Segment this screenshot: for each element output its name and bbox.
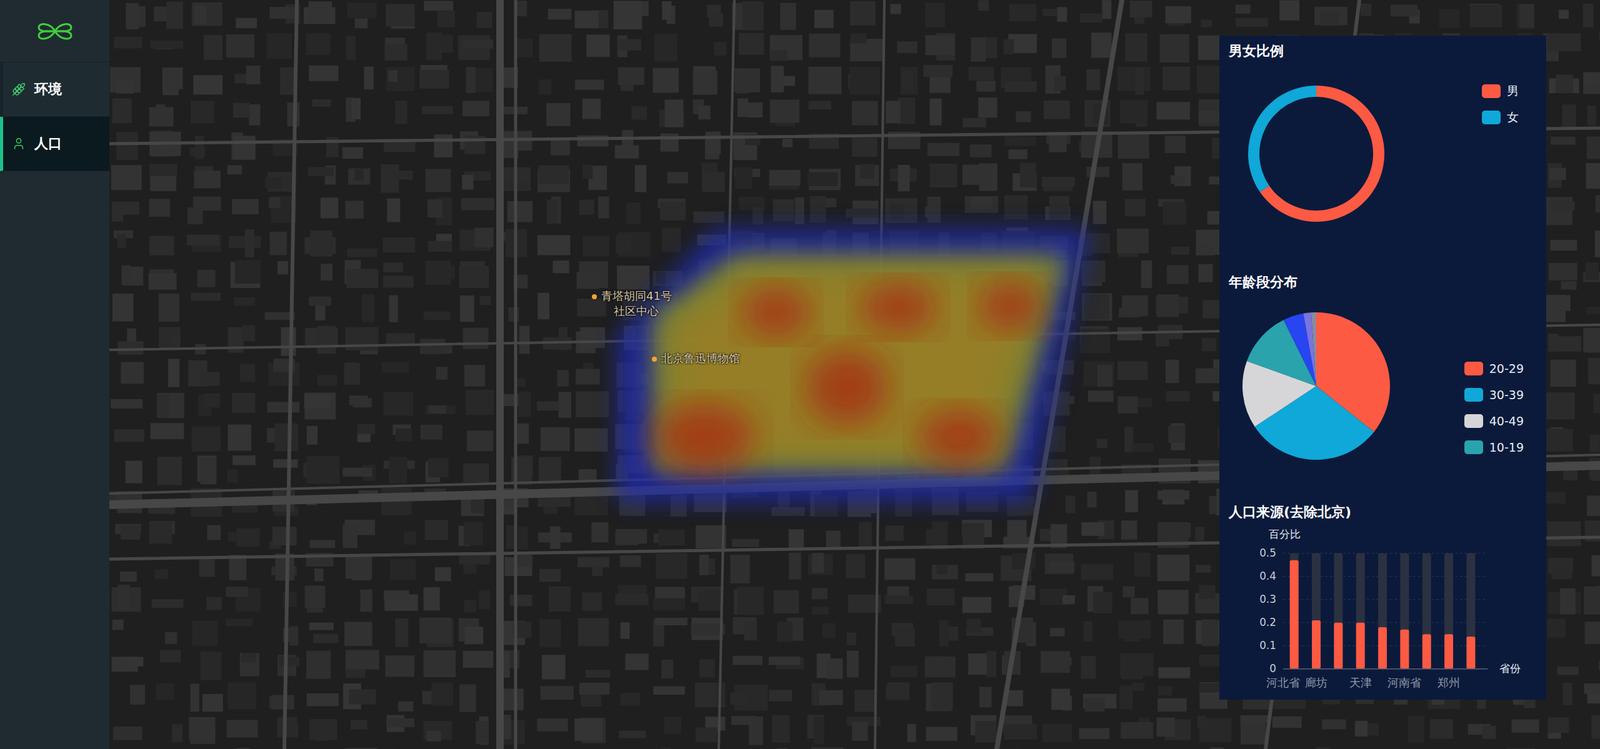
origin-section: 人口来源(去除北京) 百分比 0 0.1 0.2 0.3 0.4 0.5 河北省廊坊 天津 河南省 郑… <box>1219 496 1547 700</box>
bar[interactable] <box>1333 553 1343 670</box>
legend-item[interactable]: 女 <box>1481 109 1519 126</box>
x-label: 河南省 <box>1387 676 1422 690</box>
y-tick: 0.4 <box>1259 570 1277 583</box>
legend-swatch <box>1464 440 1484 455</box>
section-title: 人口来源(去除北京) <box>1219 496 1547 526</box>
sidebar-item[interactable]: 环境 <box>0 62 110 117</box>
age-section: 年龄段分布 20-29 30-39 40-49 10-19 <box>1219 266 1547 497</box>
x-label: 廊坊 <box>1305 676 1328 690</box>
gender-legend: 男女 <box>1481 64 1547 126</box>
donut-segment[interactable] <box>1248 85 1317 192</box>
legend-swatch <box>1481 110 1501 125</box>
section-title: 年龄段分布 <box>1219 266 1547 296</box>
buildings <box>109 0 1600 749</box>
legend-item[interactable]: 30-39 <box>1464 386 1524 404</box>
stats-panel: 男女比例男女年龄段分布20-2930-3940-4910-19人口来源(去除北京… <box>1219 35 1547 700</box>
logo-icon <box>33 18 77 44</box>
legend-swatch <box>1464 361 1484 376</box>
pin-dot <box>591 294 597 300</box>
bar[interactable] <box>1422 553 1432 670</box>
sidebar-item[interactable]: 人口 <box>0 116 110 172</box>
origin-bar-chart: 百分比 0 0.1 0.2 0.3 0.4 0.5 河北省廊坊 天津 河南省 郑州 省份 <box>1219 525 1547 700</box>
pin-label: 北京鲁迅博物馆 <box>661 351 740 367</box>
y-tick: 0.1 <box>1259 639 1277 652</box>
legend-item[interactable]: 男 <box>1481 83 1519 100</box>
roads <box>109 0 1600 749</box>
map-pin[interactable]: 青塔胡同41号社区中心 <box>591 288 672 319</box>
gender-donut-chart <box>1219 64 1414 252</box>
user-icon <box>11 136 26 151</box>
legend-item[interactable]: 10-19 <box>1464 439 1524 456</box>
legend-item[interactable]: 20-29 <box>1464 360 1524 377</box>
legend-swatch <box>1464 388 1484 402</box>
age-legend: 20-29 30-39 40-49 10-19 <box>1464 295 1547 456</box>
map[interactable]: 青塔胡同41号社区中心北京鲁迅博物馆男女比例男女年龄段分布20-2930-394… <box>109 0 1600 749</box>
pin-dot <box>651 356 657 362</box>
legend-swatch <box>1481 84 1501 99</box>
app: 环境人口青塔胡同41号社区中心北京鲁迅博物馆男女比例男女年龄段分布20-2930… <box>0 0 1600 749</box>
section-title: 男女比例 <box>1219 35 1547 65</box>
x-axis-name: 省份 <box>1499 662 1521 675</box>
map-pin[interactable]: 北京鲁迅博物馆 <box>651 351 740 367</box>
y-tick: 0 <box>1269 662 1277 675</box>
pin-label: 青塔胡同41号社区中心 <box>601 288 672 319</box>
wheat-icon <box>11 82 26 97</box>
x-label: 郑州 <box>1437 676 1460 690</box>
pie-slice[interactable] <box>1303 312 1317 387</box>
x-label: 天津 <box>1349 676 1372 690</box>
y-tick: 0.2 <box>1259 616 1277 629</box>
legend-item[interactable]: 40-49 <box>1464 413 1524 430</box>
age-pie-chart <box>1219 295 1414 484</box>
x-label: 河北省 <box>1266 676 1300 690</box>
legend-swatch <box>1464 414 1484 429</box>
bar[interactable] <box>1466 553 1475 670</box>
logo[interactable] <box>0 0 110 63</box>
gender-section: 男女比例男女 <box>1219 35 1547 267</box>
y-axis-name: 百分比 <box>1268 528 1301 541</box>
y-tick: 0.3 <box>1259 593 1277 606</box>
pie-slice[interactable] <box>1311 312 1317 387</box>
bar[interactable] <box>1378 553 1387 670</box>
heatmap <box>617 229 1090 502</box>
sidebar: 环境人口 <box>0 0 110 749</box>
y-tick: 0.5 <box>1259 546 1277 560</box>
